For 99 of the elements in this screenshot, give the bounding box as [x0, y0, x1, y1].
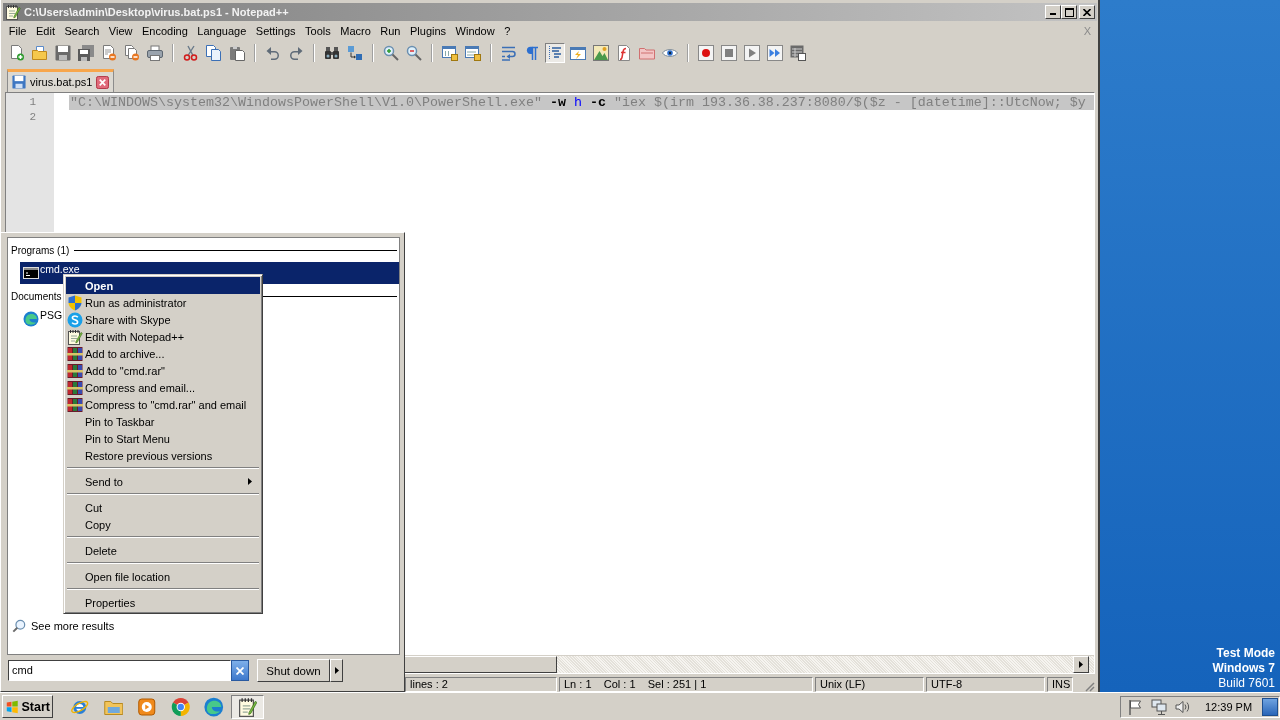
line-number: 2: [28, 110, 37, 125]
search-field[interactable]: cmd: [8, 660, 231, 681]
floppy-disks-icon[interactable]: [76, 43, 96, 63]
paste-icon[interactable]: [227, 43, 247, 63]
menu-item[interactable]: Edit: [31, 25, 60, 37]
search-icon: [12, 619, 26, 633]
archive-books-icon: [67, 396, 83, 413]
clock[interactable]: 12:39 PM: [1205, 700, 1253, 713]
menu-item[interactable]: View: [104, 25, 138, 37]
status-field: UTF-8: [926, 677, 1045, 692]
minimize-button[interactable]: [1045, 5, 1061, 19]
copy-icon[interactable]: [204, 43, 224, 63]
menu-item[interactable]: ?: [499, 25, 516, 37]
start-button[interactable]: Start: [2, 695, 53, 718]
context-menu-item[interactable]: Properties: [66, 594, 260, 611]
split-window-padlock-icon[interactable]: [463, 43, 483, 63]
show-desktop-button[interactable]: [1262, 697, 1278, 716]
context-menu-item[interactable]: Add to "cmd.rar": [66, 362, 260, 379]
context-menu-item[interactable]: Pin to Taskbar: [66, 413, 260, 430]
context-menu-item[interactable]: Edit with Notepad++: [66, 328, 260, 345]
close-button[interactable]: [1079, 5, 1095, 19]
context-menu-item[interactable]: Open: [66, 277, 260, 294]
notepad-icon[interactable]: [230, 694, 264, 719]
status-field: lines : 2: [405, 677, 557, 692]
shut-down-options-button[interactable]: [330, 659, 343, 682]
menu-item[interactable]: Run: [375, 25, 406, 37]
record-icon[interactable]: [696, 43, 716, 63]
skype-icon: [67, 311, 83, 328]
windows-logo-icon: [6, 698, 19, 715]
close-icon[interactable]: [96, 75, 110, 89]
archive-books-icon: [67, 345, 83, 362]
open-folder-icon[interactable]: [30, 43, 50, 63]
play-icon[interactable]: [742, 43, 762, 63]
menu-item[interactable]: Window: [450, 25, 500, 37]
context-menu-item[interactable]: Compress to "cmd.rar" and email: [66, 396, 260, 413]
menu-item[interactable]: Language: [192, 25, 252, 37]
maximize-icon: [1064, 7, 1074, 17]
menu-item[interactable]: Encoding: [137, 25, 193, 37]
console-icon: [23, 267, 39, 279]
status-field: Ln : 1 Col : 1 Sel : 251 | 1: [559, 677, 813, 692]
zoom-out-icon[interactable]: [404, 43, 424, 63]
desktop-notice-text: Build 7601: [1218, 676, 1275, 691]
close-icon: [1083, 8, 1091, 16]
menu-item[interactable]: Search: [59, 25, 105, 37]
network-icon[interactable]: [1151, 698, 1167, 715]
scrollbar-thumb[interactable]: [402, 656, 557, 673]
indent-lines-icon[interactable]: [545, 43, 565, 63]
line-number: 1: [28, 95, 37, 110]
context-menu-item[interactable]: Add to archive...: [66, 345, 260, 362]
window-title: C:\Users\admin\Desktop\virus.bat.ps1 - Notepad++: [24, 6, 289, 18]
edge-icon: [23, 311, 39, 327]
volume-icon[interactable]: [1175, 698, 1191, 715]
section-heading: Programs (1): [11, 244, 70, 256]
grid-list-icon[interactable]: [788, 43, 808, 63]
context-menu-item[interactable]: Share with Skype: [66, 311, 260, 328]
desktop-notice-text: Test Mode: [1216, 646, 1275, 661]
file-tab[interactable]: virus.bat.ps1: [7, 69, 115, 92]
caret-icon: [1079, 661, 1083, 668]
archive-books-icon: [67, 362, 83, 379]
context-menu-item[interactable]: Copy: [66, 516, 260, 533]
context-menu-item[interactable]: Pin to Start Menu: [66, 430, 260, 447]
context-menu-item[interactable]: Restore previous versions: [66, 447, 260, 464]
minimize-icon: [1050, 13, 1056, 15]
resize-grip-icon[interactable]: [1083, 680, 1095, 692]
context-menu-item[interactable]: Cut: [66, 499, 260, 516]
status-field: Unix (LF): [815, 677, 924, 692]
menu-item[interactable]: File: [4, 25, 32, 37]
archive-books-icon: [67, 379, 83, 396]
desktop-notice-text: Windows 7: [1212, 661, 1275, 676]
status-field: INS: [1047, 677, 1073, 692]
maximize-button[interactable]: [1061, 5, 1077, 19]
stop-icon[interactable]: [719, 43, 739, 63]
scroll-right-button[interactable]: [1073, 656, 1089, 673]
context-menu-item[interactable]: Compress and email...: [66, 379, 260, 396]
shut-down-button[interactable]: Shut down: [257, 659, 330, 682]
flag-icon[interactable]: [1127, 698, 1143, 715]
context-menu-item[interactable]: Delete: [66, 542, 260, 559]
window-padlock-icon[interactable]: [440, 43, 460, 63]
see-more-results-link[interactable]: See more results: [11, 618, 115, 634]
search-result-item[interactable]: PSG: [20, 308, 63, 330]
notepad-icon: [5, 4, 21, 20]
landscape-picture-icon[interactable]: [591, 43, 611, 63]
context-menu-item[interactable]: Run as administrator: [66, 294, 260, 311]
fast-forward-icon[interactable]: [765, 43, 785, 63]
context-menu-item[interactable]: Open file location: [66, 568, 260, 585]
section-heading: Documents: [11, 290, 62, 302]
printer-icon[interactable]: [145, 43, 165, 63]
zoom-in-icon[interactable]: [381, 43, 401, 63]
notepad-pencil-icon: [67, 328, 83, 345]
caret-icon: [334, 667, 339, 674]
menu-item[interactable]: Plugins: [405, 25, 451, 37]
menu-item[interactable]: Macro: [335, 25, 376, 37]
shield-icon: [67, 294, 83, 311]
close-all-files-icon[interactable]: [122, 43, 142, 63]
menu-item[interactable]: Tools: [300, 25, 336, 37]
menu-item[interactable]: Settings: [251, 25, 301, 37]
context-menu-item[interactable]: Send to: [66, 473, 260, 490]
close-icon: [236, 666, 244, 675]
clear-search-button[interactable]: [231, 660, 249, 681]
